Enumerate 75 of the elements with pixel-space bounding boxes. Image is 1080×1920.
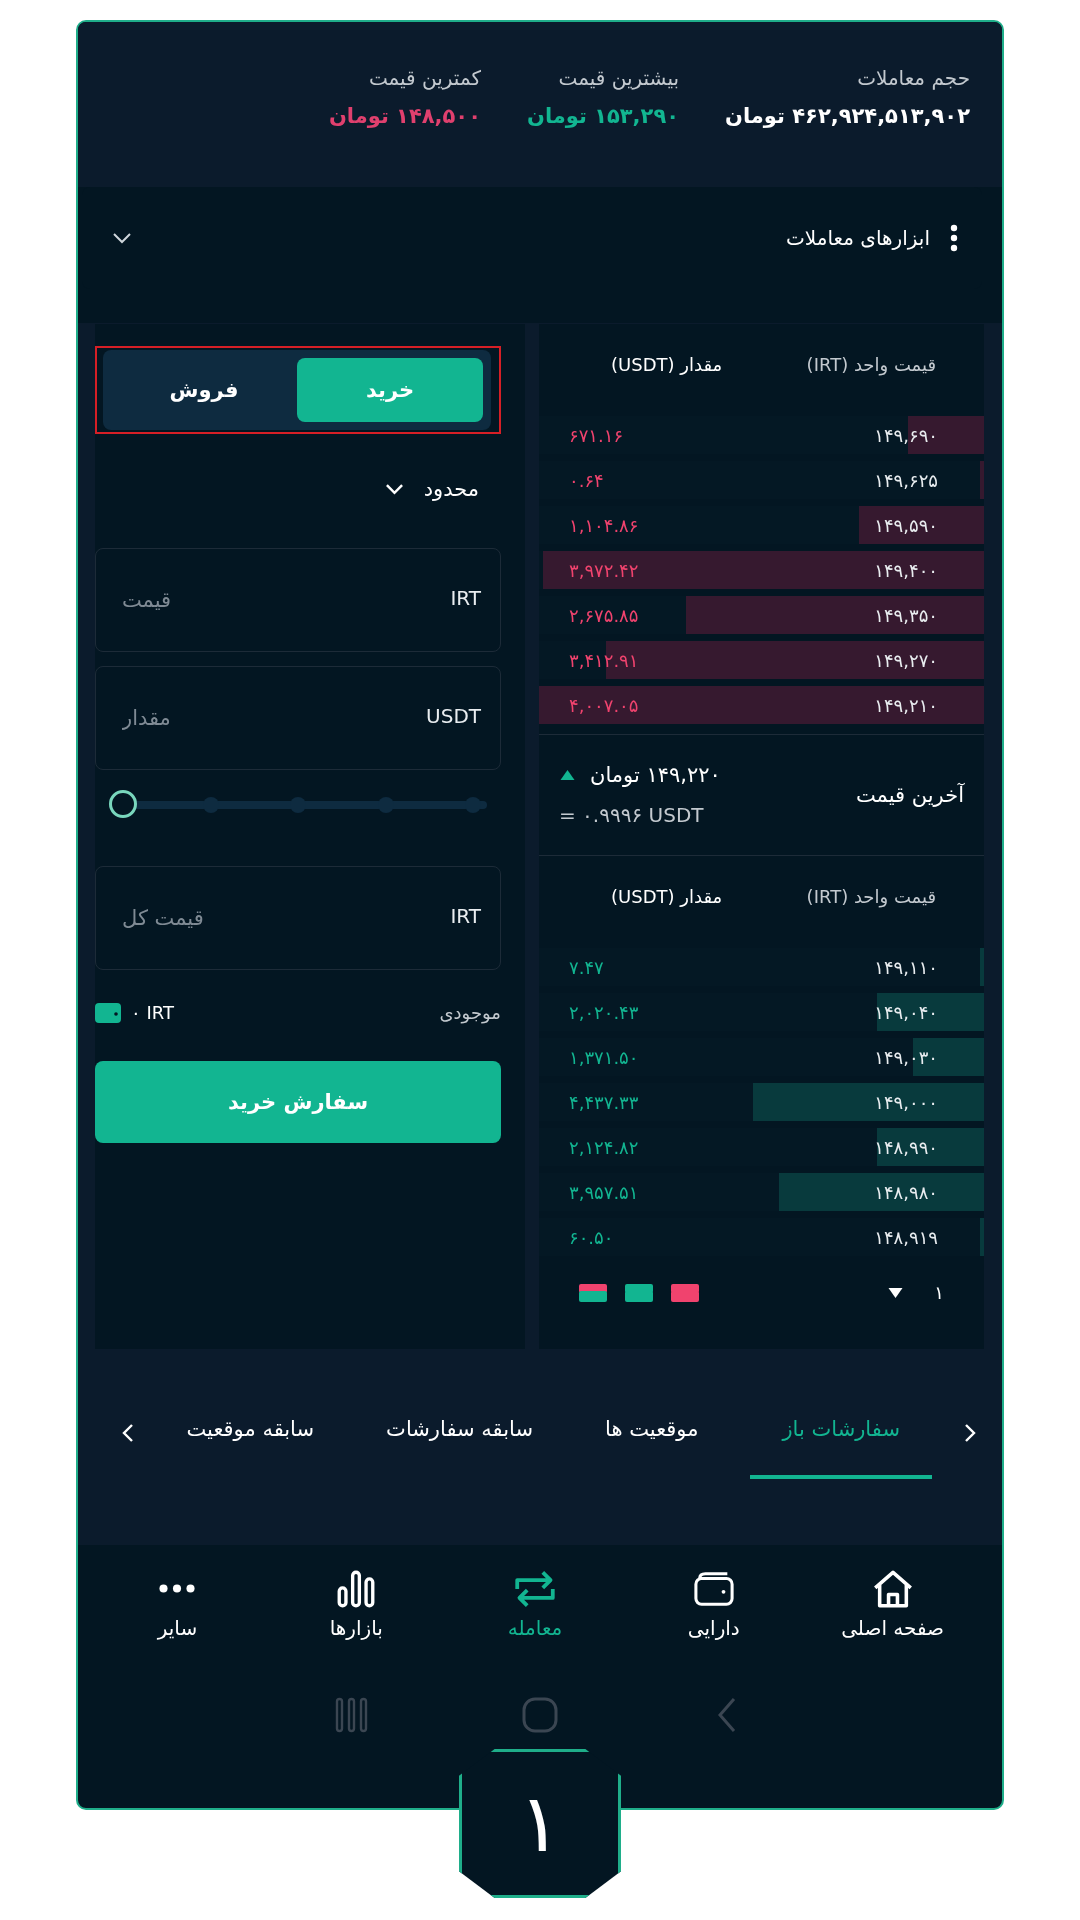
- ask-amount: ۲,۶۷۵.۸۵: [569, 604, 639, 626]
- bid-amount: ۴,۴۳۷.۳۳: [569, 1091, 639, 1113]
- order-type-select[interactable]: محدود: [384, 474, 479, 504]
- balance-value: ۰ IRT: [131, 1002, 174, 1023]
- balance-label: موجودی: [439, 1002, 501, 1023]
- ask-amount: ۰.۶۴: [569, 469, 604, 491]
- bars-icon: [336, 1570, 377, 1608]
- swap-icon: [515, 1570, 555, 1608]
- stat-label: کمترین قیمت: [367, 66, 481, 90]
- precision-select[interactable]: ۱: [887, 1282, 944, 1303]
- step-badge: ۱: [459, 1749, 621, 1898]
- column-header: مقدار (USDT): [611, 354, 723, 377]
- bid-price: ۱۴۹,۱۱۰: [874, 956, 938, 978]
- ask-price: ۱۴۹,۲۱۰: [874, 694, 938, 716]
- tab[interactable]: سابقه سفارشات: [366, 1411, 554, 1479]
- column-header: قیمت واحد (IRT): [806, 354, 936, 378]
- chevron-right-icon[interactable]: [964, 1423, 976, 1443]
- bid-price: ۱۴۹,۰۴۰: [874, 1001, 938, 1023]
- ask-price: ۱۴۹,۲۷۰: [874, 649, 938, 671]
- bid-amount: ۶۰.۵۰: [569, 1226, 614, 1248]
- nav-item[interactable]: دارایی: [638, 1569, 789, 1695]
- last-price-label: آخرین قیمت: [855, 783, 964, 807]
- chevron-left-icon[interactable]: [122, 1423, 135, 1443]
- more-icon[interactable]: [950, 224, 958, 252]
- ask-amount: ۶۷۱.۱۶: [569, 424, 624, 446]
- ask-amount: ۱,۱۰۴.۸۶: [569, 514, 639, 536]
- bid-price: ۱۴۹,۰۳۰: [874, 1046, 938, 1068]
- ask-amount: ۳,۴۱۲.۹۱: [569, 649, 639, 671]
- ask-price: ۱۴۹,۶۹۰: [874, 424, 938, 446]
- usdt-equivalent: = ۰.۹۹۹۶ USDT: [559, 803, 704, 827]
- nav-item[interactable]: بازارها: [281, 1569, 432, 1695]
- side-tab[interactable]: فروش: [111, 358, 297, 422]
- chevron-icon: [384, 483, 404, 495]
- stat-value: ۱۴۸,۵۰۰ تومان: [328, 104, 481, 128]
- ask-price: ۱۴۹,۳۵۰: [874, 604, 938, 626]
- amount-slider[interactable]: [109, 790, 487, 820]
- tab[interactable]: سفارشات باز: [750, 1411, 932, 1479]
- tab[interactable]: موقعیت ها: [585, 1411, 719, 1479]
- ask-amount: ۴,۰۰۷.۰۵: [569, 694, 639, 716]
- bid-price: ۱۴۸,۹۸۰: [874, 1181, 938, 1203]
- bid-amount: ۲,۱۲۴.۸۲: [569, 1136, 639, 1158]
- ask-price: ۱۴۹,۶۲۵: [874, 469, 938, 491]
- stat-label: حجم معاملات: [856, 66, 970, 90]
- unit-label: IRT: [450, 586, 481, 610]
- book-view-icon[interactable]: [671, 1283, 699, 1302]
- last-price: ۱۴۹,۲۲۰ تومان: [590, 763, 721, 787]
- unit-label: USDT: [426, 704, 481, 728]
- nav-item[interactable]: سایر: [102, 1569, 253, 1695]
- caret-icon: [887, 1286, 905, 1299]
- bid-price: ۱۴۹,۰۰۰: [874, 1091, 938, 1113]
- nav-item[interactable]: صفحه اصلی: [817, 1569, 968, 1695]
- tab[interactable]: سابقه موقعیت: [166, 1411, 335, 1479]
- bid-amount: ۲,۰۲۰.۴۳: [569, 1001, 639, 1023]
- wallet-icon: [693, 1570, 734, 1608]
- stat-value: ۱۵۳,۲۹۰ تومان: [527, 104, 680, 128]
- ask-price: ۱۴۹,۵۹۰: [874, 514, 938, 536]
- more-icon: [159, 1584, 196, 1593]
- bid-price: ۱۴۸,۹۱۹: [874, 1226, 938, 1248]
- bid-amount: ۷.۴۷: [569, 956, 604, 978]
- bid-amount: ۱,۳۷۱.۵۰: [569, 1046, 639, 1068]
- column-header: قیمت واحد (IRT): [806, 886, 936, 910]
- chevron-icon[interactable]: [112, 232, 132, 244]
- column-header: مقدار (USDT): [611, 886, 723, 909]
- nav-item[interactable]: معامله: [460, 1569, 610, 1695]
- ask-price: ۱۴۹,۴۰۰: [874, 559, 938, 581]
- ask-amount: ۳,۹۷۲.۴۲: [569, 559, 639, 581]
- stat-label: بیشترین قیمت: [557, 66, 680, 90]
- home-icon: [872, 1570, 913, 1608]
- book-view-icon[interactable]: [579, 1283, 607, 1302]
- bid-price: ۱۴۸,۹۹۰: [874, 1136, 938, 1158]
- stat-value: ۴۶۲,۹۲۴,۵۱۳,۹۰۲ تومان: [725, 104, 970, 128]
- tools-title: ابزارهای معاملات: [785, 226, 930, 250]
- bid-amount: ۳,۹۵۷.۵۱: [569, 1181, 639, 1203]
- book-view-icon[interactable]: [625, 1283, 653, 1302]
- unit-label: IRT: [450, 904, 481, 928]
